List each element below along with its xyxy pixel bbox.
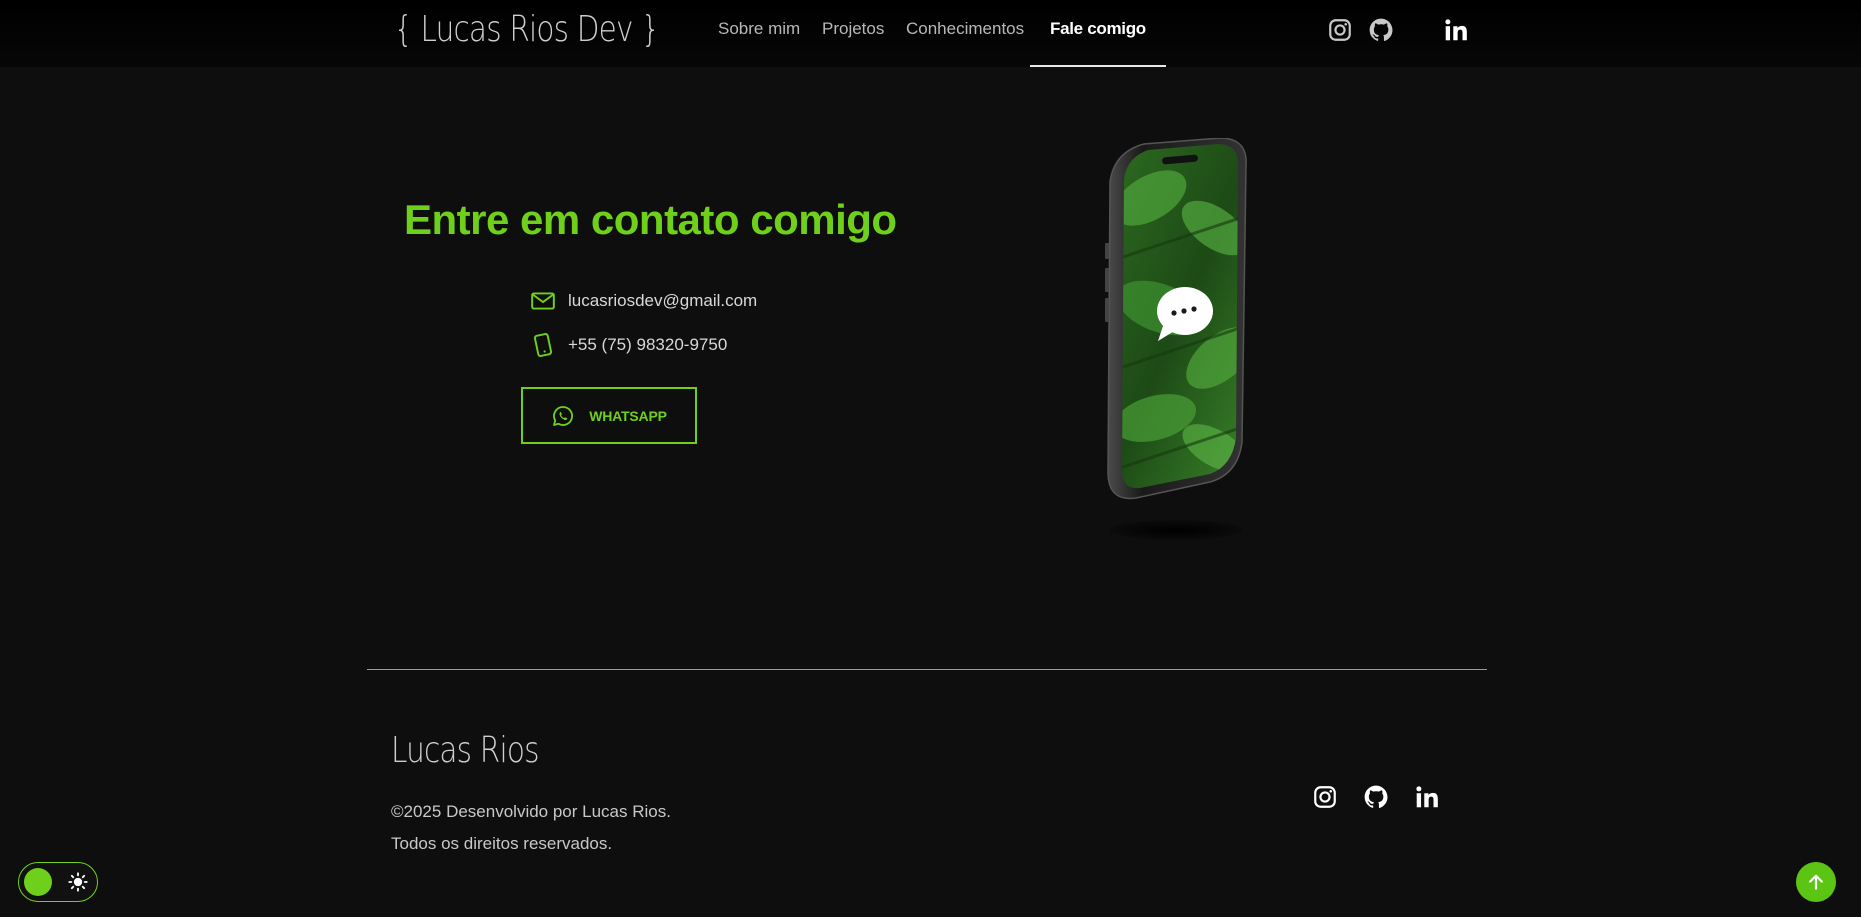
phone-row: +55 (75) 98320-9750 [530,331,727,359]
github-icon[interactable] [1363,784,1389,810]
mail-icon [531,292,555,310]
phone-illustration [1100,137,1260,548]
phone-image [1105,137,1247,540]
email-row: lucasriosdev@gmail.com [530,287,757,315]
toggle-knob [24,868,52,896]
footer-divider [367,669,1487,670]
theme-toggle[interactable] [18,862,98,902]
instagram-icon[interactable] [1327,17,1353,43]
nav-item-conhecimentos[interactable]: Conhecimentos [906,19,1024,39]
sun-icon [68,872,88,892]
whatsapp-icon [553,405,574,426]
github-icon[interactable] [1368,17,1394,43]
whatsapp-button[interactable]: WHATSAPP [521,387,697,444]
contact-title: Entre em contato comigo [404,196,897,243]
footer-copyright: ©2025 Desenvolvido por Lucas Rios. [391,802,671,821]
nav-item-sobre-mim[interactable]: Sobre mim [718,19,800,39]
arrow-up-icon [1809,874,1823,890]
email-text[interactable]: lucasriosdev@gmail.com [568,291,757,311]
phone-text[interactable]: +55 (75) 98320-9750 [568,335,727,355]
nav-active-indicator [1030,65,1166,67]
linkedin-icon[interactable] [1443,17,1469,43]
nav-item-projetos[interactable]: Projetos [822,19,884,39]
footer-name: Lucas Rios [391,730,539,771]
brand-logo[interactable]: { Lucas Rios Dev } [394,9,660,50]
instagram-icon[interactable] [1312,784,1338,810]
nav-item-fale-comigo[interactable]: Fale comigo [1050,19,1146,39]
linkedin-icon[interactable] [1414,784,1440,810]
whatsapp-label: WHATSAPP [589,407,667,424]
footer-rights: Todos os direitos reservados. [391,834,613,853]
phone-icon [533,333,553,357]
site-header: { Lucas Rios Dev } Sobre mim Projetos Co… [0,0,1861,67]
scroll-to-top-button[interactable] [1796,862,1836,902]
